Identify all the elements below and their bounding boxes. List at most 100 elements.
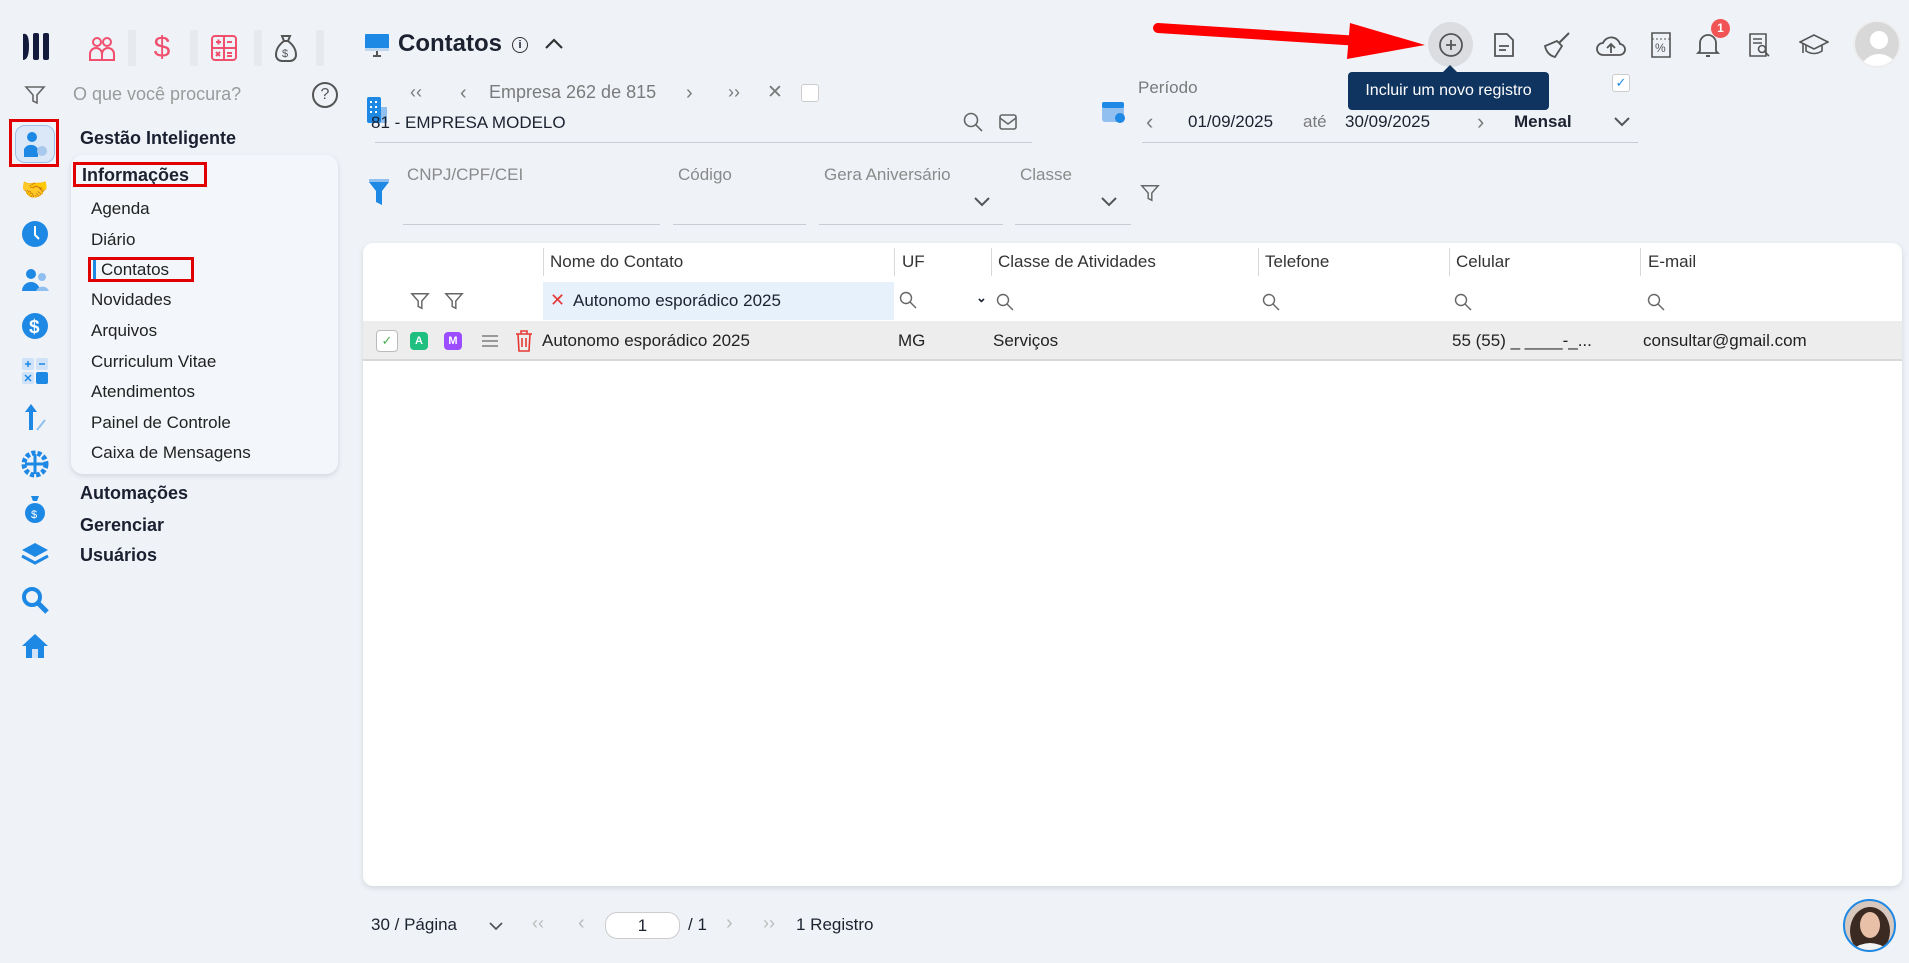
user-avatar[interactable] <box>1853 20 1901 68</box>
menu-item-diario[interactable]: Diário <box>91 230 135 250</box>
menu-section-title[interactable]: Gestão Inteligente <box>80 128 236 149</box>
period-start[interactable]: 01/09/2025 <box>1188 112 1273 132</box>
layers-icon[interactable] <box>20 539 50 569</box>
codigo-label: Código <box>678 165 732 184</box>
search-input[interactable]: O que você procura? <box>73 84 241 105</box>
first-company-button[interactable]: ‹‹ <box>410 82 422 103</box>
next-company-button[interactable]: › <box>686 82 693 105</box>
broom-icon[interactable] <box>1540 28 1574 62</box>
calculator-icon[interactable] <box>208 32 240 64</box>
company-field[interactable]: 81 - EMPRESA MODELO <box>371 113 566 133</box>
next-page-button[interactable]: › <box>726 912 733 935</box>
column-header-celular[interactable]: Celular <box>1456 252 1510 272</box>
mail-icon[interactable] <box>997 111 1019 133</box>
add-record-button[interactable] <box>1428 22 1473 67</box>
collapse-chevron-icon[interactable] <box>542 32 566 56</box>
discount-receipt-icon[interactable]: % <box>1644 28 1678 62</box>
calculator-icon[interactable] <box>20 356 50 386</box>
clear-nome-filter-icon[interactable]: ✕ <box>550 290 565 311</box>
info-icon[interactable]: i <box>512 37 528 53</box>
column-header-telefone[interactable]: Telefone <box>1265 252 1329 272</box>
users-icon[interactable] <box>20 265 50 295</box>
menu-group-gerenciar[interactable]: Gerenciar <box>80 515 164 536</box>
people-icon[interactable] <box>86 32 118 64</box>
filter-icon[interactable] <box>22 82 48 108</box>
period-end[interactable]: 30/09/2025 <box>1345 112 1430 132</box>
period-mode-select[interactable]: Mensal <box>1514 112 1572 132</box>
trash-icon[interactable] <box>514 330 534 352</box>
column-header-classe[interactable]: Classe de Atividades <box>998 252 1156 272</box>
row-checkbox[interactable]: ✓ <box>376 330 398 352</box>
period-sep: até <box>1303 112 1327 131</box>
clear-company-button[interactable]: ✕ <box>767 81 783 104</box>
codigo-input[interactable] <box>673 224 806 225</box>
graduation-cap-icon[interactable] <box>1797 28 1831 62</box>
last-page-button[interactable]: ›› <box>763 913 775 934</box>
badge-a[interactable]: A <box>410 332 428 350</box>
menu-item-atendimentos[interactable]: Atendimentos <box>91 382 195 402</box>
search-icon[interactable] <box>1261 292 1281 312</box>
search-icon[interactable] <box>995 292 1015 312</box>
badge-m[interactable]: M <box>444 332 462 350</box>
notification-badge: 1 <box>1711 19 1730 38</box>
menu-item-arquivos[interactable]: Arquivos <box>91 321 157 341</box>
aniversario-select[interactable] <box>819 224 1003 225</box>
document-icon[interactable] <box>1487 28 1521 62</box>
dollar-icon[interactable]: $ <box>146 31 178 64</box>
column-header-uf[interactable]: UF <box>902 252 925 272</box>
uf-dropdown-chevron[interactable]: ⌄ <box>976 290 987 306</box>
classe-select[interactable] <box>1015 224 1131 225</box>
menu-group-usuarios[interactable]: Usuários <box>80 545 157 566</box>
cell-celular: 55 (55) _ ____-_... <box>1452 331 1592 350</box>
assistant-avatar[interactable] <box>1843 899 1896 952</box>
next-period-button[interactable]: › <box>1477 109 1484 135</box>
chevron-down-icon[interactable] <box>487 918 505 934</box>
menu-item-curriculum[interactable]: Curriculum Vitae <box>91 352 216 372</box>
column-header-nome[interactable]: Nome do Contato <box>550 252 683 272</box>
search-icon[interactable] <box>898 290 918 310</box>
column-header-email[interactable]: E-mail <box>1648 252 1696 272</box>
chevron-down-icon[interactable] <box>1612 112 1632 132</box>
tooltip: Incluir um novo registro <box>1348 72 1549 110</box>
cnpj-input[interactable] <box>403 224 660 225</box>
prev-period-button[interactable]: ‹ <box>1146 109 1153 135</box>
tooltip-arrow <box>1443 65 1457 72</box>
money-bag-icon[interactable]: $ <box>20 494 50 524</box>
search-icon[interactable] <box>1453 292 1473 312</box>
menu-item-agenda[interactable]: Agenda <box>91 199 150 219</box>
search-icon[interactable] <box>1646 292 1666 312</box>
company-checkbox[interactable] <box>801 84 819 102</box>
search-icon[interactable] <box>962 111 984 133</box>
dollar-circle-icon[interactable]: $ <box>20 311 50 341</box>
filter-icon[interactable] <box>1138 181 1162 205</box>
menu-icon[interactable] <box>480 333 500 349</box>
chevron-down-icon[interactable] <box>972 194 992 210</box>
highlight-box <box>9 119 59 167</box>
page-input[interactable]: 1 <box>605 912 680 939</box>
prev-company-button[interactable]: ‹ <box>460 82 467 105</box>
app-logo[interactable] <box>20 30 54 62</box>
clock-icon[interactable] <box>20 219 50 249</box>
last-company-button[interactable]: ›› <box>728 82 740 103</box>
menu-item-painel[interactable]: Painel de Controle <box>91 413 231 433</box>
handshake-icon[interactable]: 🤝 <box>20 175 50 205</box>
clear-filter-icon[interactable] <box>442 289 466 313</box>
settings-gear-icon[interactable] <box>20 449 50 479</box>
chevron-down-icon[interactable] <box>1099 194 1119 210</box>
cloud-upload-icon[interactable] <box>1594 28 1628 62</box>
menu-item-caixa[interactable]: Caixa de Mensagens <box>91 443 251 463</box>
prev-page-button[interactable]: ‹ <box>578 912 585 935</box>
per-page-select[interactable]: 30 / Página <box>371 915 457 935</box>
money-bag-icon[interactable]: $ <box>270 32 302 64</box>
document-search-icon[interactable] <box>1743 28 1777 62</box>
search-icon[interactable] <box>20 585 50 615</box>
period-checkbox[interactable]: ✓ <box>1612 74 1630 92</box>
menu-item-novidades[interactable]: Novidades <box>91 290 171 310</box>
home-icon[interactable] <box>20 631 50 661</box>
filter-icon[interactable] <box>408 289 432 313</box>
first-page-button[interactable]: ‹‹ <box>532 913 544 934</box>
growth-icon[interactable] <box>20 403 50 433</box>
menu-group-automacoes[interactable]: Automações <box>80 483 188 504</box>
company-nav-label: Empresa 262 de 815 <box>489 82 657 102</box>
help-icon[interactable]: ? <box>312 82 338 108</box>
